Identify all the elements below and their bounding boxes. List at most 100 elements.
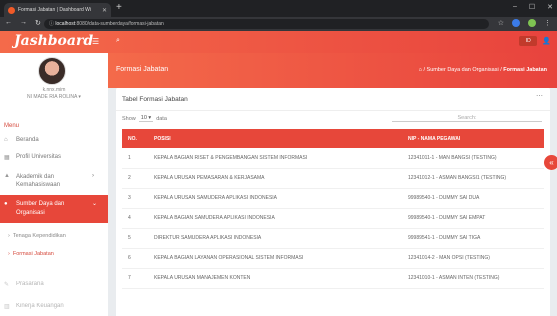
data-label: data [156,115,167,122]
sidebar-item-sumber-daya[interactable]: ● Sumber Daya dan Organisasi ⌄ [0,195,108,223]
url-input[interactable]: ⓘ localhost:8080/data-sumberdaya/formasi… [44,19,489,29]
brand-logo[interactable]: Jashboard [14,33,93,49]
reload-icon[interactable]: ↻ [35,19,41,27]
table-row: 5 DIREKTUR SAMUDERA APLIKASI INDONESIA 9… [122,228,544,249]
extension-icon[interactable] [512,19,520,27]
sidebar-item-keuangan[interactable]: ▥ Kinerja Keuangan [4,303,106,310]
new-tab-button[interactable]: + [116,2,122,14]
cell-no: 5 [122,228,148,249]
table-row: 6 KEPALA BAGIAN LAYANAN OPERASIONAL SIST… [122,248,544,269]
sidebar-subitem-tenaga[interactable]: › Tenaga Kependidikan [8,233,66,239]
cell-no: 7 [122,268,148,289]
user-role-dropdown[interactable]: NI MADE RIA ROLINA ▾ [0,94,108,100]
table-row: 4 KEPALA BAGIAN SAMUDERA APLIKASI INDONE… [122,208,544,229]
sidebar-subitem-formasi[interactable]: › Formasi Jabatan [8,251,54,257]
show-label: Show [122,115,136,122]
back-icon[interactable]: ← [5,19,12,27]
home-icon: ⌂ [4,137,8,143]
column-header-posisi[interactable]: POSISI [148,129,402,148]
double-chevron-left-icon: « [549,158,554,167]
page-header: Formasi Jabatan ⌂ / Sumber Daya dan Orga… [108,53,557,88]
page-title: Formasi Jabatan [116,66,169,73]
cell-pegawai: 99989540-1 - DUMMY SAI DUA [402,188,544,209]
table-header-row: NO. POSISI NIP - NAMA PEGAWAI [122,129,544,148]
profile-icon[interactable] [528,19,536,27]
page-length-control: Show 10 ▾ data [122,115,167,122]
user-role-label: NI MADE RIA ROLINA [27,94,78,100]
page-length-select[interactable]: 10 ▾ [138,115,154,122]
search-label: Search: [457,115,477,121]
cell-pegawai: 99989540-1 - DUMMY SAI EMPAT [402,208,544,229]
home-icon[interactable]: ⌂ [419,67,422,73]
sidebar-item-prasarana[interactable]: ✎ Prasarana [4,281,106,288]
forward-icon[interactable]: → [20,19,27,27]
building-icon: ▦ [4,155,10,161]
breadcrumb-item[interactable]: Sumber Daya dan Organisasi [427,67,499,73]
browser-tab[interactable]: Formasi Jabatan | Dashboard Wi ✕ [4,3,111,17]
bank-icon: ▥ [4,304,10,310]
cell-no: 4 [122,208,148,229]
cell-pegawai: 99989541-1 - DUMMY SAI TIGA [402,228,544,249]
sidebar-item-profil[interactable]: ▦ Profil Universitas [4,154,106,161]
browser-tabbar: Formasi Jabatan | Dashboard Wi ✕ + – ☐ ✕ [0,0,557,17]
address-bar: ← → ↻ ⓘ localhost:8080/data-sumberdaya/f… [0,17,557,31]
sidebar-item-label: Akademik dan Kemahasiswaan [16,174,61,188]
chevron-right-icon: › [8,251,10,257]
cell-pegawai: 12341012-1 - ASMAN BANGSI1 (TESTING) [402,168,544,189]
cell-pegawai: 12341011-1 - MAN BANGSI (TESTING) [402,148,544,169]
table-card: Tabel Formasi Jabatan ⋯ Show 10 ▾ data S… [116,88,550,316]
table-row: 2 KEPALA URUSAN PEMASARAN & KERJASAMA 12… [122,168,544,189]
close-tab-icon[interactable]: ✕ [102,7,107,14]
graduation-icon: ▲ [4,173,10,179]
column-header-no[interactable]: NO. [122,129,148,148]
maximize-icon[interactable]: ☐ [529,3,535,11]
sidebar: k.nnx.mim NI MADE RIA ROLINA ▾ Menu ⌂ Be… [0,53,108,316]
minimize-icon[interactable]: – [513,3,517,11]
table-row: 7 KEPALA URUSAN MANAJEMEN KONTEN 1234101… [122,268,544,289]
close-window-icon[interactable]: ✕ [547,3,553,11]
language-button[interactable]: ID [519,36,538,46]
sidebar-item-label: Beranda [16,137,39,143]
cell-no: 2 [122,168,148,189]
cell-posisi: KEPALA URUSAN PEMASARAN & KERJASAMA [148,168,402,189]
chevron-down-icon: ⌄ [92,201,98,207]
cell-posisi: KEPALA URUSAN MANAJEMEN KONTEN [148,268,402,289]
user-icon[interactable]: 👤 [542,37,551,45]
chevron-right-icon: › [92,173,94,179]
url-host: localhost [55,21,76,27]
table-row: 1 KEPALA BAGIAN RISET & PENGEMBANGAN SIS… [122,148,544,169]
formasi-table: NO. POSISI NIP - NAMA PEGAWAI 1 KEPALA B… [122,129,544,289]
cell-posisi: KEPALA BAGIAN SAMUDERA APLIKASI INDONESI… [148,208,402,229]
subitem-label: Formasi Jabatan [12,251,54,257]
favicon-icon [8,6,15,14]
language-label: ID [525,38,531,44]
tab-title: Formasi Jabatan | Dashboard Wi [18,7,91,13]
cell-no: 6 [122,248,148,269]
cell-posisi: KEPALA BAGIAN RISET & PENGEMBANGAN SISTE… [148,148,402,169]
browser-menu-icon[interactable]: ⋮ [544,19,551,27]
cell-posisi: DIREKTUR SAMUDERA APLIKASI INDONESIA [148,228,402,249]
chevron-right-icon: › [8,233,10,239]
cell-no: 1 [122,148,148,169]
sidebar-item-label: Kinerja Keuangan [16,303,64,309]
card-title: Tabel Formasi Jabatan [122,96,188,103]
cell-posisi: KEPALA BAGIAN LAYANAN OPERASIONAL SISTEM… [148,248,402,269]
sidebar-item-beranda[interactable]: ⌂ Beranda [4,137,106,143]
sidebar-item-akademik[interactable]: ▲ Akademik dan Kemahasiswaan › [4,173,106,189]
main-content: Formasi Jabatan ⌂ / Sumber Daya dan Orga… [108,53,557,316]
tools-icon: ✎ [4,282,10,288]
column-header-pegawai[interactable]: NIP - NAMA PEGAWAI [402,129,544,148]
search-input[interactable]: Search: [392,115,542,122]
user-name: k.nnx.mim [42,87,66,93]
star-icon[interactable]: ☆ [498,19,504,27]
app-header: Jashboard ☰ ⌕ ID 👤 [0,31,557,53]
collapse-panel-button[interactable]: « [544,155,557,170]
cell-no: 3 [122,188,148,209]
sidebar-item-label: Prasarana [16,281,44,287]
users-icon: ● [4,201,8,207]
search-icon[interactable]: ⌕ [116,37,120,45]
more-options-icon[interactable]: ⋯ [536,92,543,100]
page-length-value: 10 [140,115,147,121]
menu-toggle-icon[interactable]: ☰ [92,37,99,46]
sidebar-item-label: Sumber Daya dan Organisasi [16,201,65,216]
